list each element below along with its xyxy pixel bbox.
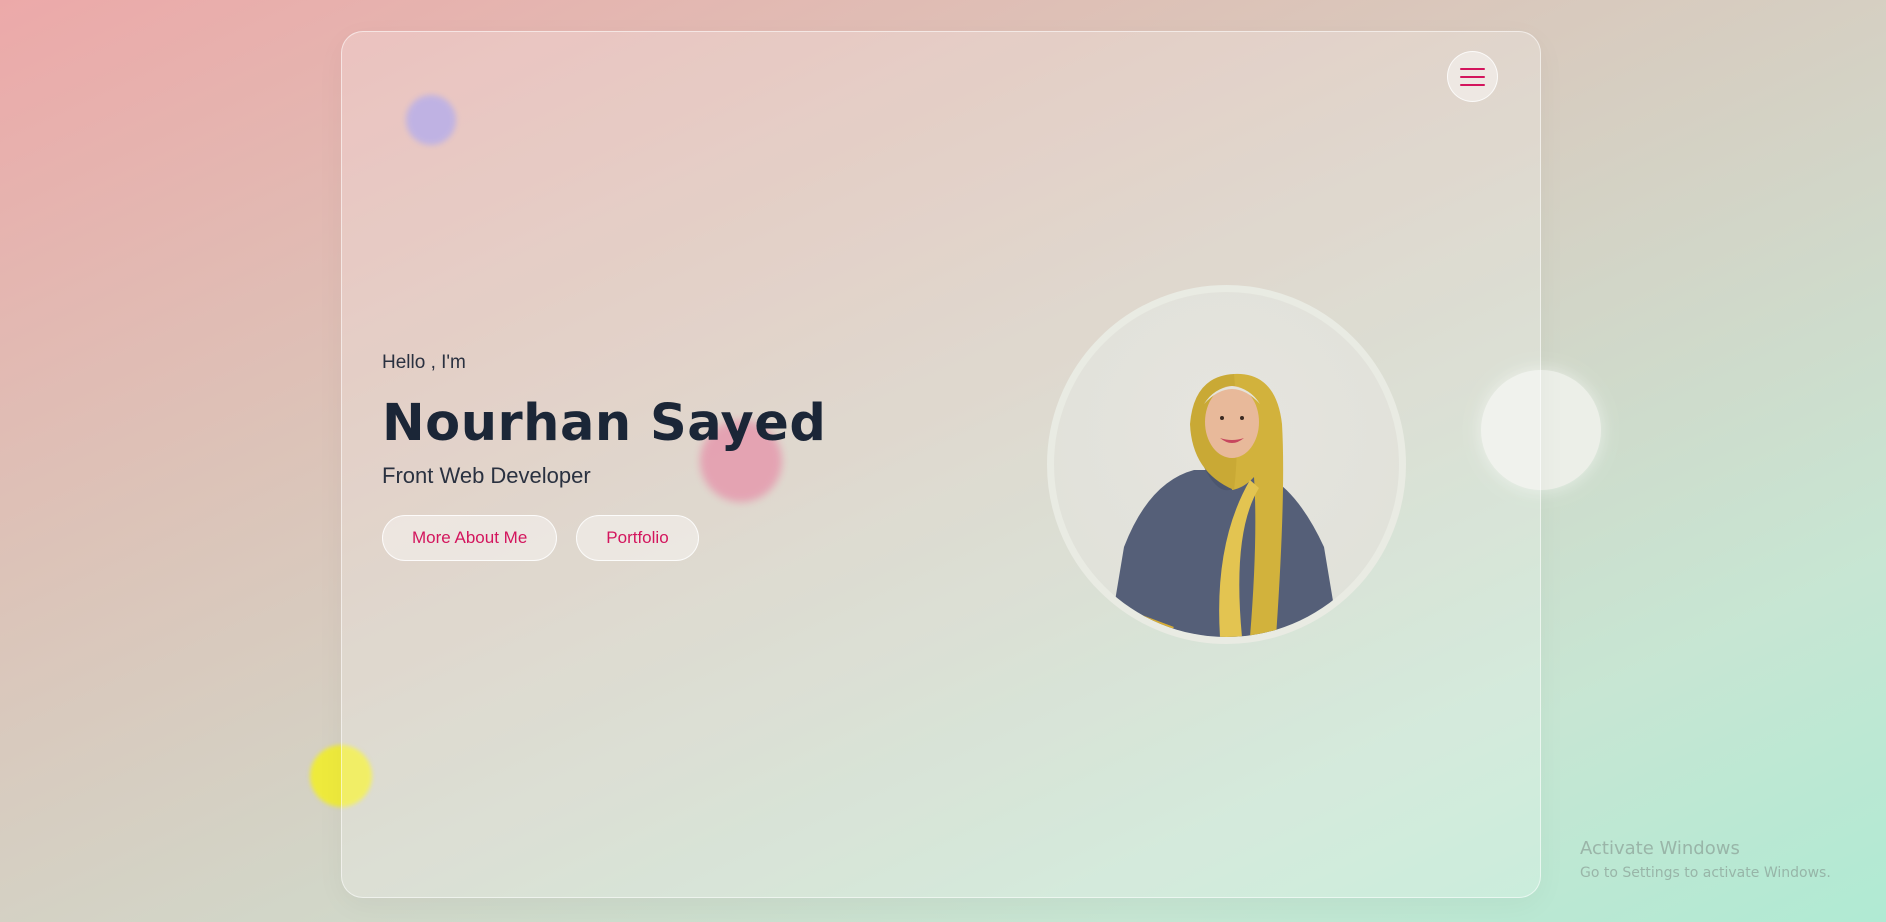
greeting-text: Hello , I'm [382, 352, 466, 373]
hero-role: Front Web Developer [382, 463, 591, 488]
hero-actions: More About Me Portfolio [382, 515, 826, 561]
watermark-title: Activate Windows [1580, 838, 1740, 859]
portfolio-button[interactable]: Portfolio [576, 515, 699, 561]
profile-photo-illustration [1109, 373, 1339, 637]
hamburger-menu-icon-line [1460, 83, 1485, 86]
more-about-me-button[interactable]: More About Me [382, 515, 558, 561]
hamburger-menu-icon [1460, 67, 1485, 70]
menu-button[interactable] [1447, 51, 1498, 102]
hero-name: Nourhan Sayed [382, 394, 827, 453]
watermark-subtitle: Go to Settings to activate Windows. [1580, 865, 1831, 881]
hero-intro: Hello , I'm Nourhan Sayed Front Web Deve… [382, 352, 826, 561]
hamburger-menu-icon-line [1460, 75, 1485, 78]
windows-activation-watermark: Activate Windows Go to Settings to activ… [1580, 838, 1831, 881]
profile-photo [1047, 285, 1406, 644]
